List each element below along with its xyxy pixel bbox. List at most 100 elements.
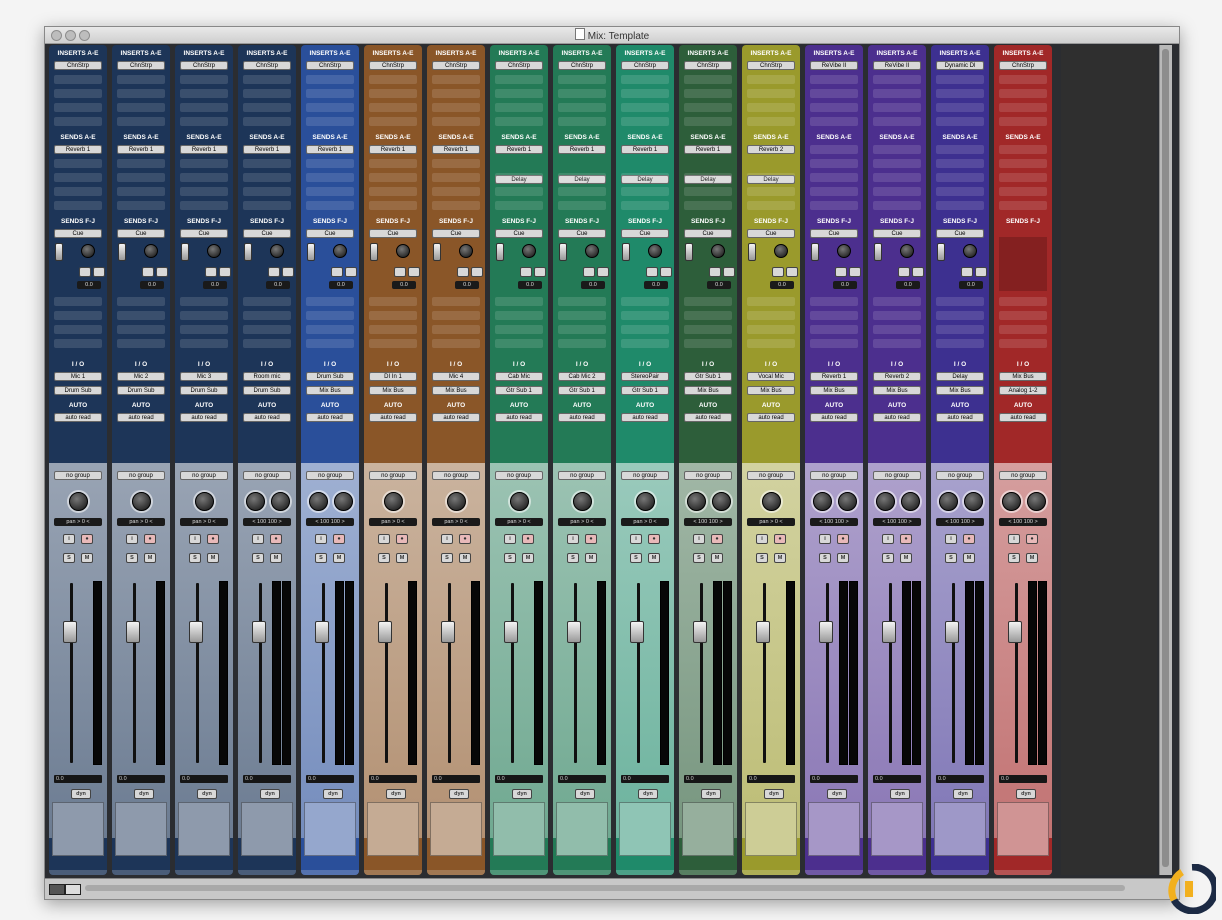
- send-slot-empty[interactable]: [306, 159, 354, 168]
- group-selector[interactable]: no group: [684, 471, 732, 480]
- send-slot-empty[interactable]: [936, 201, 984, 210]
- send-fader-cap[interactable]: [496, 243, 504, 261]
- insert-slot-empty[interactable]: [558, 103, 606, 112]
- horizontal-scroll-thumb[interactable]: [85, 885, 1125, 891]
- insert-slot-empty[interactable]: [747, 75, 795, 84]
- send-pan-knob[interactable]: [396, 244, 410, 258]
- mute-button[interactable]: M: [396, 553, 408, 563]
- send-cue-slot[interactable]: Cue: [180, 229, 228, 238]
- send-pre-button[interactable]: [898, 267, 910, 277]
- insert-slot-empty[interactable]: [495, 89, 543, 98]
- group-selector[interactable]: no group: [306, 471, 354, 480]
- record-button[interactable]: ●: [711, 534, 723, 544]
- send-fader-cap[interactable]: [370, 243, 378, 261]
- send-slot-empty[interactable]: [999, 173, 1047, 182]
- send-mute-button[interactable]: [282, 267, 294, 277]
- send-slot[interactable]: Reverb 1: [243, 145, 291, 154]
- send-fader-cap[interactable]: [748, 243, 756, 261]
- mute-button[interactable]: M: [144, 553, 156, 563]
- send-slot-empty[interactable]: [306, 187, 354, 196]
- send-cue-slot[interactable]: Cue: [369, 229, 417, 238]
- output-selector[interactable]: Mix Bus: [873, 386, 921, 395]
- send-pan-knob[interactable]: [837, 244, 851, 258]
- send-slot-empty[interactable]: [369, 311, 417, 320]
- send-slot-empty[interactable]: [180, 311, 228, 320]
- send-slot-empty[interactable]: [243, 325, 291, 334]
- send-slot-empty[interactable]: [558, 325, 606, 334]
- send-slot-empty[interactable]: [999, 325, 1047, 334]
- send-slot-empty[interactable]: [684, 201, 732, 210]
- insert-slot-empty[interactable]: [54, 103, 102, 112]
- send-slot-empty[interactable]: [936, 159, 984, 168]
- input-selector[interactable]: Gtr Sub 1: [684, 372, 732, 381]
- send-cue-slot[interactable]: Cue: [873, 229, 921, 238]
- send-slot-empty[interactable]: [117, 325, 165, 334]
- volume-fader[interactable]: [945, 621, 959, 643]
- send-slot-empty[interactable]: [684, 325, 732, 334]
- send-cue-slot[interactable]: Cue: [621, 229, 669, 238]
- insert-slot-empty[interactable]: [747, 89, 795, 98]
- send-slot-empty[interactable]: [495, 297, 543, 306]
- insert-slot-empty[interactable]: [180, 75, 228, 84]
- mute-button[interactable]: M: [270, 553, 282, 563]
- send-slot-empty[interactable]: [243, 311, 291, 320]
- send-fader-cap[interactable]: [433, 243, 441, 261]
- pan-right-knob[interactable]: [838, 492, 857, 511]
- insert-slot-empty[interactable]: [180, 117, 228, 126]
- insert-slot-empty[interactable]: [810, 117, 858, 126]
- send-slot-empty[interactable]: [432, 325, 480, 334]
- insert-slot-empty[interactable]: [684, 89, 732, 98]
- output-selector[interactable]: Drum Sub: [243, 386, 291, 395]
- send-pan-knob[interactable]: [522, 244, 536, 258]
- pan-knob[interactable]: [195, 492, 214, 511]
- volume-fader[interactable]: [189, 621, 203, 643]
- send-pre-button[interactable]: [268, 267, 280, 277]
- mute-button[interactable]: M: [459, 553, 471, 563]
- insert-slot[interactable]: ChnStrp: [495, 61, 543, 70]
- send-slot-empty[interactable]: [621, 339, 669, 348]
- send-fader-cap[interactable]: [559, 243, 567, 261]
- send-slot-empty[interactable]: [936, 297, 984, 306]
- automation-mode[interactable]: auto read: [936, 413, 984, 422]
- output-selector[interactable]: Drum Sub: [180, 386, 228, 395]
- input-monitor-button[interactable]: i: [630, 534, 642, 544]
- volume-fader[interactable]: [126, 621, 140, 643]
- horizontal-scrollbar[interactable]: [45, 878, 1179, 899]
- send-slot-empty[interactable]: [432, 173, 480, 182]
- insert-slot-empty[interactable]: [873, 117, 921, 126]
- send-pan-knob[interactable]: [711, 244, 725, 258]
- comment-box[interactable]: [682, 802, 734, 856]
- input-monitor-button[interactable]: i: [819, 534, 831, 544]
- send-slot-empty[interactable]: [621, 201, 669, 210]
- send-fader-cap[interactable]: [244, 243, 252, 261]
- input-monitor-button[interactable]: i: [567, 534, 579, 544]
- pan-knob[interactable]: [510, 492, 529, 511]
- send-cue-slot[interactable]: Cue: [747, 229, 795, 238]
- mute-button[interactable]: M: [963, 553, 975, 563]
- solo-button[interactable]: S: [567, 553, 579, 563]
- insert-slot-empty[interactable]: [873, 75, 921, 84]
- send-slot-empty[interactable]: [495, 201, 543, 210]
- mute-button[interactable]: M: [648, 553, 660, 563]
- insert-slot-empty[interactable]: [54, 89, 102, 98]
- send-slot-empty[interactable]: [243, 339, 291, 348]
- send-slot-empty[interactable]: [810, 311, 858, 320]
- input-selector[interactable]: Mix Bus: [999, 372, 1047, 381]
- automation-mode[interactable]: auto read: [495, 413, 543, 422]
- pan-knob[interactable]: [69, 492, 88, 511]
- mute-button[interactable]: M: [585, 553, 597, 563]
- send-slot-empty[interactable]: [432, 187, 480, 196]
- send-pan-knob[interactable]: [459, 244, 473, 258]
- send-pre-button[interactable]: [709, 267, 721, 277]
- send-mute-button[interactable]: [345, 267, 357, 277]
- insert-slot-empty[interactable]: [117, 89, 165, 98]
- insert-slot[interactable]: Dynamic Dl: [936, 61, 984, 70]
- send-mute-button[interactable]: [93, 267, 105, 277]
- output-selector[interactable]: Drum Sub: [117, 386, 165, 395]
- automation-mode[interactable]: auto read: [684, 413, 732, 422]
- send-slot-empty[interactable]: [243, 159, 291, 168]
- insert-slot[interactable]: ChnStrp: [684, 61, 732, 70]
- send-slot-empty[interactable]: [810, 145, 858, 154]
- pan-right-knob[interactable]: [964, 492, 983, 511]
- automation-mode[interactable]: auto read: [621, 413, 669, 422]
